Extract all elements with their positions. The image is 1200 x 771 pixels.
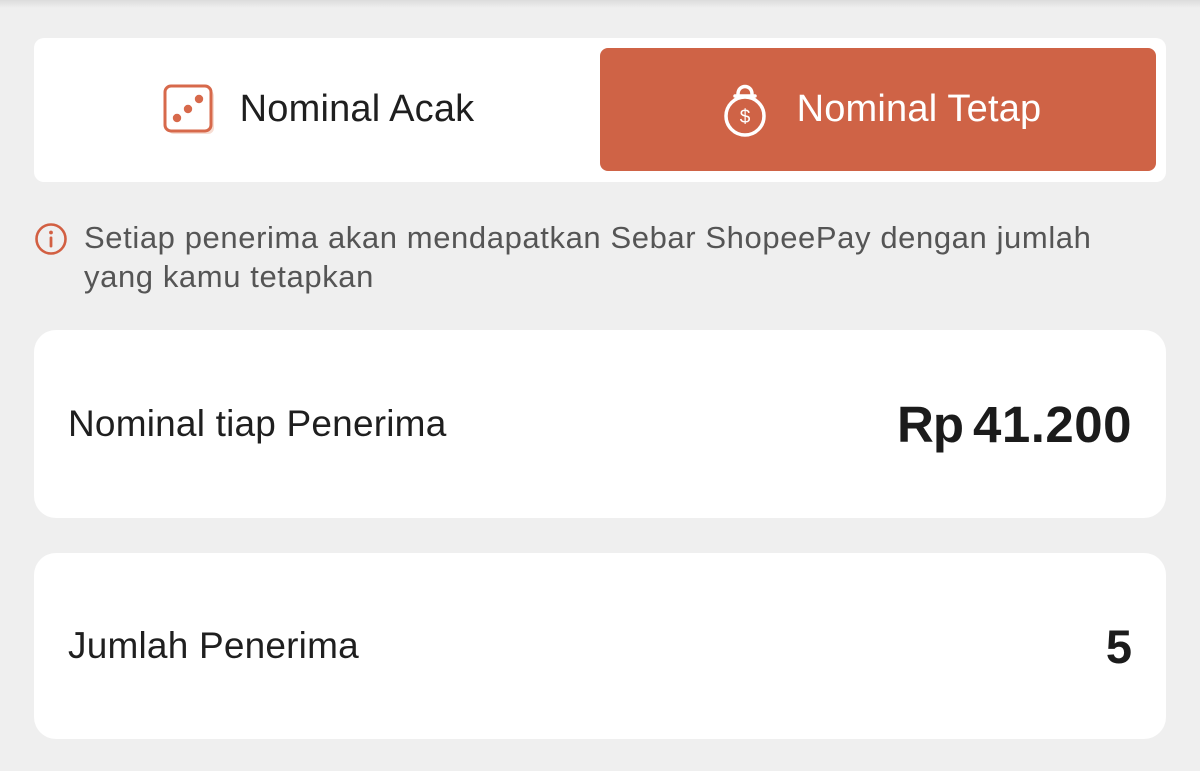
svg-text:$: $ (739, 107, 750, 128)
tab-fixed-amount[interactable]: $ Nominal Tetap (600, 48, 1156, 171)
recipient-count-label: Jumlah Penerima (68, 625, 359, 666)
amount-per-recipient-label: Nominal tiap Penerima (68, 403, 447, 444)
dice-icon (160, 80, 220, 140)
amount-per-recipient-value[interactable]: Rp 41.200 (897, 395, 1132, 454)
amount-per-recipient-row[interactable]: Nominal tiap Penerima Rp 41.200 (34, 330, 1166, 518)
tab-random-amount[interactable]: Nominal Acak (34, 48, 600, 171)
amount-number: 41.200 (973, 395, 1132, 453)
tab-fixed-label: Nominal Tetap (796, 88, 1042, 130)
info-text: Setiap penerima akan mendapatkan Sebar S… (84, 220, 1092, 294)
distribution-mode-selector: Nominal Acak $ Nominal Tetap (34, 38, 1166, 182)
top-shadow (0, 0, 1200, 8)
tab-random-label: Nominal Acak (239, 88, 475, 130)
recipient-count-row[interactable]: Jumlah Penerima 5 (34, 553, 1166, 739)
money-bag-icon: $ (715, 80, 775, 140)
currency-symbol: Rp (897, 395, 964, 453)
info-notice: Setiap penerima akan mendapatkan Sebar S… (34, 218, 1154, 296)
info-icon (34, 222, 68, 256)
recipient-count-value[interactable]: 5 (1106, 619, 1132, 674)
